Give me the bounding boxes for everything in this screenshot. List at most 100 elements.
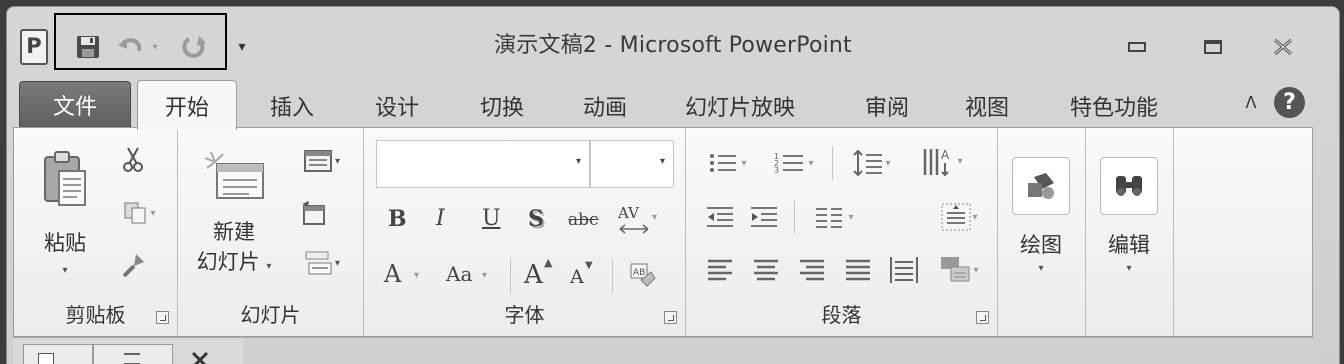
convert-to-smartart-button[interactable]: ▾ [932, 252, 986, 288]
grow-font-button[interactable]: A ▲ [524, 256, 558, 294]
align-center-icon[interactable] [748, 254, 784, 286]
columns-icon [816, 208, 843, 228]
editing-button[interactable]: 编辑 ▾ [1098, 140, 1160, 290]
outline-tab-icon [124, 353, 140, 364]
powerpoint-window: P ▾ ▾ 演示文稿2 - Microsoft PowerPoint 文件 开始… [6, 6, 1340, 364]
clipboard-group-label: 剪贴板 [65, 303, 126, 327]
tab-design[interactable]: 设计 [362, 83, 432, 129]
line-spacing-icon [853, 149, 883, 177]
slides-tab-icon [38, 353, 54, 364]
align-right-icon[interactable] [794, 254, 830, 286]
tab-animations[interactable]: 动画 [570, 83, 640, 129]
align-text-icon [941, 203, 971, 231]
svg-text:A: A [941, 148, 950, 162]
font-name-combo[interactable]: ▾ [376, 140, 590, 188]
group-editing: 编辑 ▾ [1086, 128, 1174, 336]
slides-pane-strip [13, 337, 1313, 364]
align-left-icon[interactable] [702, 254, 738, 286]
tab-transitions[interactable]: 切换 [467, 83, 537, 129]
editing-label: 编辑 [1108, 232, 1150, 257]
close-button[interactable] [1263, 33, 1303, 61]
group-clipboard: 粘贴 ▾ ▾ 剪贴板 [14, 128, 178, 336]
restore-button[interactable] [1193, 33, 1233, 61]
find-binoculars-icon [1100, 156, 1158, 215]
tab-view[interactable]: 视图 [952, 83, 1022, 129]
close-pane-icon[interactable] [185, 346, 215, 364]
tab-featured[interactable]: 特色功能 [1059, 83, 1169, 129]
ribbon-tabs: 文件 开始 插入 设计 切换 动画 幻灯片放映 审阅 视图 特色功能 ᐱ ? [7, 73, 1339, 130]
layout-button[interactable]: ▾ [296, 146, 348, 176]
paste-button[interactable]: 粘贴 ▾ [34, 138, 96, 288]
slide-editing-area[interactable] [243, 338, 1313, 364]
shapes-icon [1012, 156, 1070, 215]
svg-text:AB: AB [633, 268, 645, 278]
new-slide-dropdown-icon[interactable]: ▾ [266, 261, 271, 272]
layout-icon [303, 150, 332, 172]
increase-indent-icon[interactable] [746, 202, 782, 232]
drawing-button[interactable]: 绘图 ▾ [1010, 140, 1072, 290]
copy-icon[interactable]: ▾ [118, 198, 162, 228]
change-case-label: Aa [446, 262, 473, 286]
new-slide-label-line1: 新建 [213, 220, 255, 244]
format-painter-icon[interactable] [118, 248, 148, 282]
group-slides: 新建 幻灯片 ▾ ▾ ▾ 幻灯片 [178, 128, 364, 336]
numbering-button[interactable]: 123 ▾ [766, 148, 822, 178]
outline-tab[interactable] [93, 344, 173, 364]
bullets-icon [710, 154, 737, 172]
drawing-dropdown-icon: ▾ [1038, 262, 1044, 274]
character-spacing-button[interactable]: AV ▾ [618, 204, 664, 238]
smartart-icon [941, 257, 970, 282]
shrink-font-label: A [570, 266, 584, 288]
minimize-ribbon-icon[interactable]: ᐱ [1239, 87, 1263, 117]
drawing-label: 绘图 [1020, 232, 1062, 257]
tab-insert[interactable]: 插入 [257, 83, 327, 129]
shrink-font-button[interactable]: A ▼ [570, 260, 600, 294]
help-button[interactable]: ? [1274, 87, 1305, 118]
group-font: ▾ ▾ B I U S abc AV ▾ A ▾ Aa ▾ A ▲ A ▼ AB… [364, 128, 686, 336]
font-size-combo[interactable]: ▾ [590, 140, 674, 188]
restore-icon [1204, 40, 1222, 54]
line-spacing-button[interactable]: ▾ [844, 146, 900, 180]
justify-icon[interactable] [840, 254, 876, 286]
tab-review[interactable]: 审阅 [852, 83, 922, 129]
ribbon-home: 粘贴 ▾ ▾ 剪贴板 新建 幻灯片 ▾ ▾ ▾ 幻灯片 ▾ ▾ B I U S … [13, 127, 1313, 337]
font-color-button[interactable]: A ▾ [384, 260, 432, 294]
cut-icon[interactable] [118, 144, 148, 174]
italic-button[interactable]: I [436, 206, 445, 231]
slides-tab[interactable] [23, 344, 93, 364]
section-button[interactable]: ▾ [296, 246, 348, 280]
clipboard-launcher-icon[interactable] [156, 311, 169, 324]
underline-button[interactable]: U [482, 206, 501, 231]
text-shadow-button[interactable]: S [528, 206, 544, 232]
slides-group-label: 幻灯片 [240, 303, 301, 327]
decrease-indent-icon[interactable] [702, 202, 738, 232]
group-paragraph: ▾ 123 ▾ ▾ A ▾ ▾ ▾ ▾ 段落 [686, 128, 998, 336]
text-direction-button[interactable]: A ▾ [912, 142, 972, 180]
change-case-button[interactable]: Aa ▾ [446, 260, 502, 294]
align-text-button[interactable]: ▾ [934, 198, 984, 236]
paste-icon [44, 150, 86, 206]
clear-formatting-icon[interactable]: AB [626, 258, 660, 294]
font-size-dropdown-icon: ▾ [659, 156, 665, 167]
new-slide-label-line2: 幻灯片 ▾ [197, 246, 272, 276]
bold-button[interactable]: B [388, 206, 407, 232]
new-slide-icon [204, 151, 264, 199]
new-slide-label-text: 幻灯片 [196, 250, 260, 274]
reset-slide-icon[interactable] [296, 198, 330, 228]
minimize-button[interactable] [1117, 33, 1157, 61]
help-icon: ? [1274, 87, 1305, 118]
tab-home[interactable]: 开始 [137, 80, 237, 130]
new-slide-button[interactable]: 新建 幻灯片 ▾ [192, 138, 276, 288]
paste-dropdown-icon[interactable]: ▾ [62, 265, 67, 276]
section-icon [305, 251, 332, 275]
distributed-icon[interactable] [884, 252, 924, 288]
tab-file[interactable]: 文件 [19, 81, 131, 129]
tab-slide-show[interactable]: 幻灯片放映 [675, 83, 805, 129]
close-icon [1274, 38, 1292, 56]
font-launcher-icon[interactable] [664, 311, 677, 324]
bullets-button[interactable]: ▾ [702, 148, 754, 178]
paragraph-launcher-icon[interactable] [976, 311, 989, 324]
strikethrough-button[interactable]: abc [568, 210, 599, 230]
grow-font-label: A [524, 260, 543, 290]
columns-button[interactable]: ▾ [806, 202, 862, 232]
